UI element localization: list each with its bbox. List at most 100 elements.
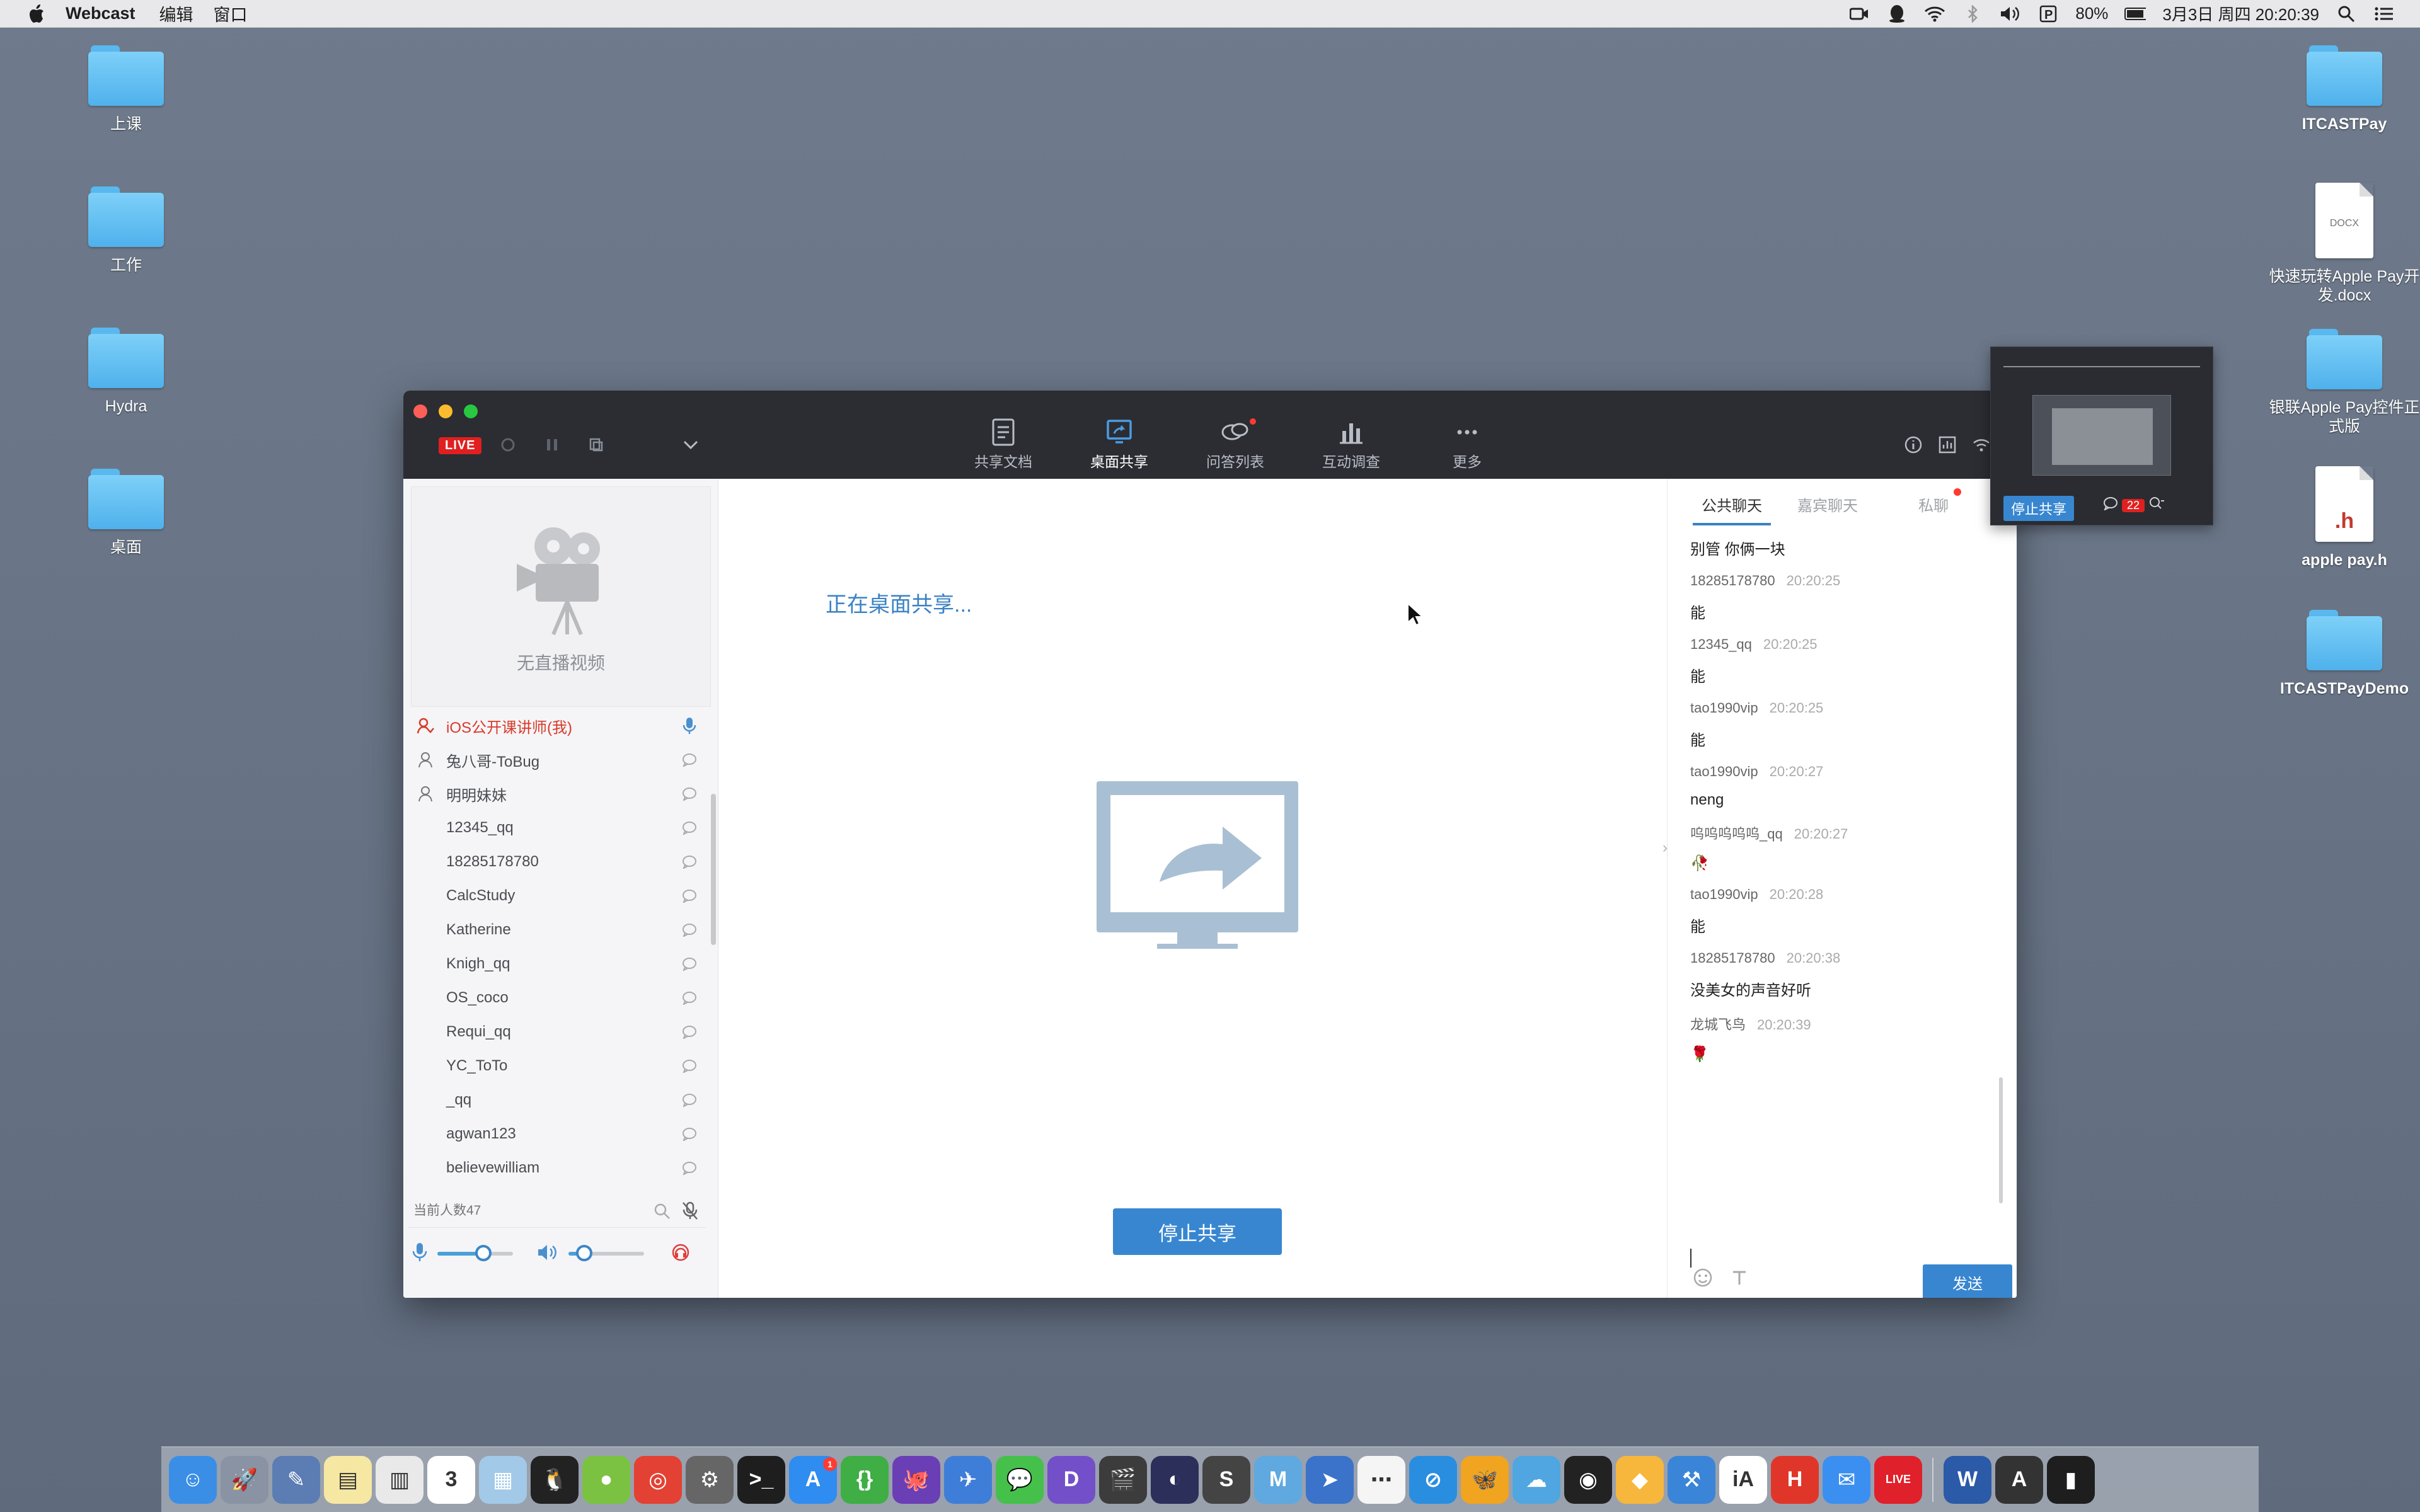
dock-app-store-icon[interactable]: A1 [789,1455,837,1504]
dock-braces-app-icon[interactable]: {} [841,1455,889,1504]
dock-cloud-icon[interactable]: ☁ [1512,1455,1560,1504]
stop-share-button[interactable]: 停止共享 [1113,1208,1282,1255]
dock-h-app-icon[interactable]: H [1771,1455,1819,1504]
menu-window[interactable]: 窗口 [214,1,248,26]
tool-qa-list[interactable]: 问答列表 [1177,415,1293,471]
dock-word-icon[interactable]: W [1944,1455,1991,1504]
desktop-folder-desktop[interactable]: 桌面 [50,469,202,557]
user-row-assistant[interactable]: 兔八哥-ToBug [403,743,711,777]
dock-terminal-icon[interactable]: >_ [737,1455,785,1504]
search-icon[interactable] [649,1202,674,1220]
desktop-folder-itcastpaydemo[interactable]: ITCASTPayDemo [2269,610,2420,698]
tab-public-chat[interactable]: 公共聊天 [1693,481,1771,528]
tool-poll[interactable]: 互动调查 [1293,415,1409,471]
text-format-icon[interactable] [1731,1269,1748,1290]
dock-photos-icon[interactable]: ▦ [479,1455,527,1504]
chat-bubble-icon[interactable] [681,1091,698,1109]
user-row[interactable]: Knigh_qq [403,947,711,981]
share-preview-float[interactable]: 停止共享 22 [1990,346,2213,525]
dock-chrome-icon[interactable]: ◎ [634,1455,682,1504]
chat-bubble-icon[interactable] [681,853,698,871]
chat-bubble-icon[interactable] [681,751,698,769]
tab-guest-chat[interactable]: 嘉宾聊天 [1795,481,1860,528]
dock-preview-icon[interactable]: ✎ [272,1455,320,1504]
network-icon[interactable] [1971,435,1991,455]
user-row[interactable]: Katherine [403,913,711,947]
float-chat-indicator[interactable]: 22 [2103,496,2165,515]
dock-ia-writer-icon[interactable]: iA [1719,1455,1767,1504]
chat-bubble-icon[interactable] [681,819,698,837]
dock-scratch-icon[interactable]: ● [582,1455,630,1504]
info-icon[interactable] [1903,435,1923,455]
user-row[interactable]: 12345_qq [403,811,711,845]
menu-clock[interactable]: 3月3日 周四 20:20:39 [2162,2,2319,25]
apple-icon[interactable] [24,1,49,26]
chat-bubble-icon[interactable] [681,887,698,905]
close-window-button[interactable] [413,404,427,418]
dock-sequel-icon[interactable]: M [1254,1455,1302,1504]
chat-bubble-icon[interactable] [681,1125,698,1143]
emoji-icon[interactable] [1693,1268,1713,1291]
send-button[interactable]: 发送 [1923,1264,2012,1298]
tool-desktop-share[interactable]: 桌面共享 [1061,415,1177,471]
microphone-icon[interactable] [681,717,698,735]
user-search-input[interactable] [408,1196,649,1225]
dock-qq-icon[interactable]: 🐧 [531,1455,579,1504]
chat-bubble-icon[interactable] [681,989,698,1007]
chat-bubble-icon[interactable] [681,785,698,803]
collapse-chat-icon[interactable]: › [1662,839,1668,857]
mute-all-mic-icon[interactable] [674,1201,706,1221]
mic-volume-slider[interactable] [437,1245,513,1261]
dock-messages-icon[interactable]: ✉ [1823,1455,1870,1504]
tab-private-chat[interactable]: 私聊 [1916,481,1961,528]
zoom-window-button[interactable] [464,404,478,418]
minimize-window-button[interactable] [439,404,452,418]
desktop-folder-shangke[interactable]: 上课 [50,45,202,134]
chat-bubble-icon[interactable] [681,1057,698,1075]
dock-xcode-icon[interactable]: ⚒ [1668,1455,1715,1504]
notification-center-icon[interactable] [2373,3,2395,25]
app-menu-webcast[interactable]: Webcast [66,4,135,23]
dock-clapper-icon[interactable]: 🎬 [1099,1455,1147,1504]
battery-icon[interactable] [2124,3,2146,25]
dock-system-prefs-icon[interactable]: ⚙ [686,1455,734,1504]
user-row[interactable]: 18285178780 [403,845,711,879]
dock-eclipse-icon[interactable]: ◐ [1151,1455,1199,1504]
user-row[interactable]: bian [403,1185,711,1194]
volume-icon[interactable] [2000,3,2021,25]
record-icon[interactable] [498,435,518,455]
float-stop-share-button[interactable]: 停止共享 [2003,496,2075,521]
wifi-icon[interactable] [1924,3,1945,25]
dock-safari-icon[interactable]: ⊘ [1409,1455,1457,1504]
dock-paper-plane-icon[interactable]: ✈ [944,1455,992,1504]
desktop-file-applepay-h[interactable]: .h apple pay.h [2269,466,2420,570]
stats-icon[interactable] [1937,435,1957,455]
user-list-scrollbar[interactable] [711,794,716,945]
camera-icon[interactable] [1848,3,1870,25]
copy-icon[interactable] [586,435,606,455]
tool-shared-docs[interactable]: 共享文档 [945,415,1061,471]
tool-more[interactable]: 更多 [1409,415,1525,471]
menu-edit[interactable]: 编辑 [159,1,193,26]
user-row[interactable]: _qq [403,1083,711,1117]
dock-send-icon[interactable]: ➤ [1306,1455,1354,1504]
user-row[interactable]: YC_ToTo [403,1049,711,1083]
speaker-icon[interactable] [537,1243,560,1265]
dock-webcast-live-icon[interactable]: LIVE [1874,1455,1922,1504]
parking-icon[interactable]: P [2037,3,2059,25]
chevron-down-icon[interactable] [681,435,701,455]
speaker-volume-slider[interactable] [568,1245,644,1261]
dock-a-app-icon[interactable]: A [1995,1455,2043,1504]
user-row[interactable]: Requi_qq [403,1015,711,1049]
dock-sketch-icon[interactable]: ◆ [1616,1455,1664,1504]
headset-icon[interactable] [671,1242,691,1266]
dock-obs-icon[interactable]: ◉ [1564,1455,1612,1504]
desktop-folder-itcastpay[interactable]: ITCASTPay [2269,45,2420,134]
microphone-icon[interactable] [411,1242,429,1266]
dock-grid-app-icon[interactable]: ⋯ [1357,1455,1405,1504]
chat-bubble-icon[interactable] [681,921,698,939]
chat-bubble-icon[interactable] [681,1023,698,1041]
dock-launchpad-icon[interactable]: 🚀 [221,1455,268,1504]
desktop-file-applepay-docx[interactable]: DOCX 快速玩转Apple Pay开发.docx [2269,183,2420,305]
dock-tes-icon[interactable]: 🦋 [1461,1455,1509,1504]
